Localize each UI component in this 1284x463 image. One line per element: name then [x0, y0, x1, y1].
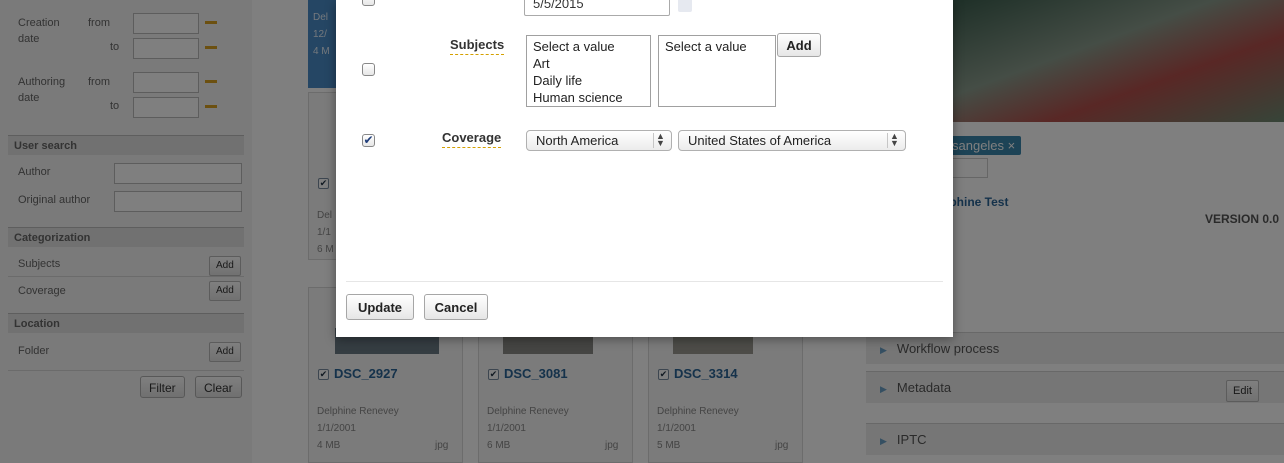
- footer-divider: [346, 281, 943, 282]
- date-checkbox[interactable]: [362, 0, 375, 6]
- edit-metadata-dialog: 5/5/2015 Subjects Select a value Art Dai…: [336, 0, 953, 337]
- subjects-label: Subjects: [450, 37, 505, 55]
- subjects-option[interactable]: Daily life: [533, 72, 644, 89]
- coverage-region-select[interactable]: North America ▲ ▼: [526, 130, 672, 151]
- update-button[interactable]: Update: [346, 294, 414, 320]
- calendar-icon[interactable]: [678, 0, 692, 12]
- subjects-option[interactable]: Select a value: [533, 38, 644, 55]
- subjects-option[interactable]: Art: [533, 55, 644, 72]
- subjects-listbox[interactable]: Select a value Art Daily life Human scie…: [526, 35, 651, 107]
- date-input[interactable]: 5/5/2015: [524, 0, 670, 16]
- coverage-label: Coverage: [442, 130, 502, 148]
- coverage-country-select[interactable]: United States of America ▲ ▼: [678, 130, 906, 151]
- subjects-checkbox[interactable]: [362, 63, 375, 76]
- select-value: United States of America: [688, 133, 832, 148]
- coverage-checkbox[interactable]: ✔: [362, 134, 375, 147]
- select-value: North America: [536, 133, 619, 148]
- select-arrows-icon: ▲ ▼: [653, 132, 667, 148]
- cancel-button[interactable]: Cancel: [424, 294, 488, 320]
- subjects-option[interactable]: Human science: [533, 89, 644, 106]
- subjects-selected-listbox[interactable]: Select a value: [658, 35, 776, 107]
- select-arrows-icon: ▲ ▼: [887, 132, 901, 148]
- subjects-option[interactable]: Select a value: [665, 38, 769, 55]
- subjects-add-button[interactable]: Add: [777, 33, 821, 57]
